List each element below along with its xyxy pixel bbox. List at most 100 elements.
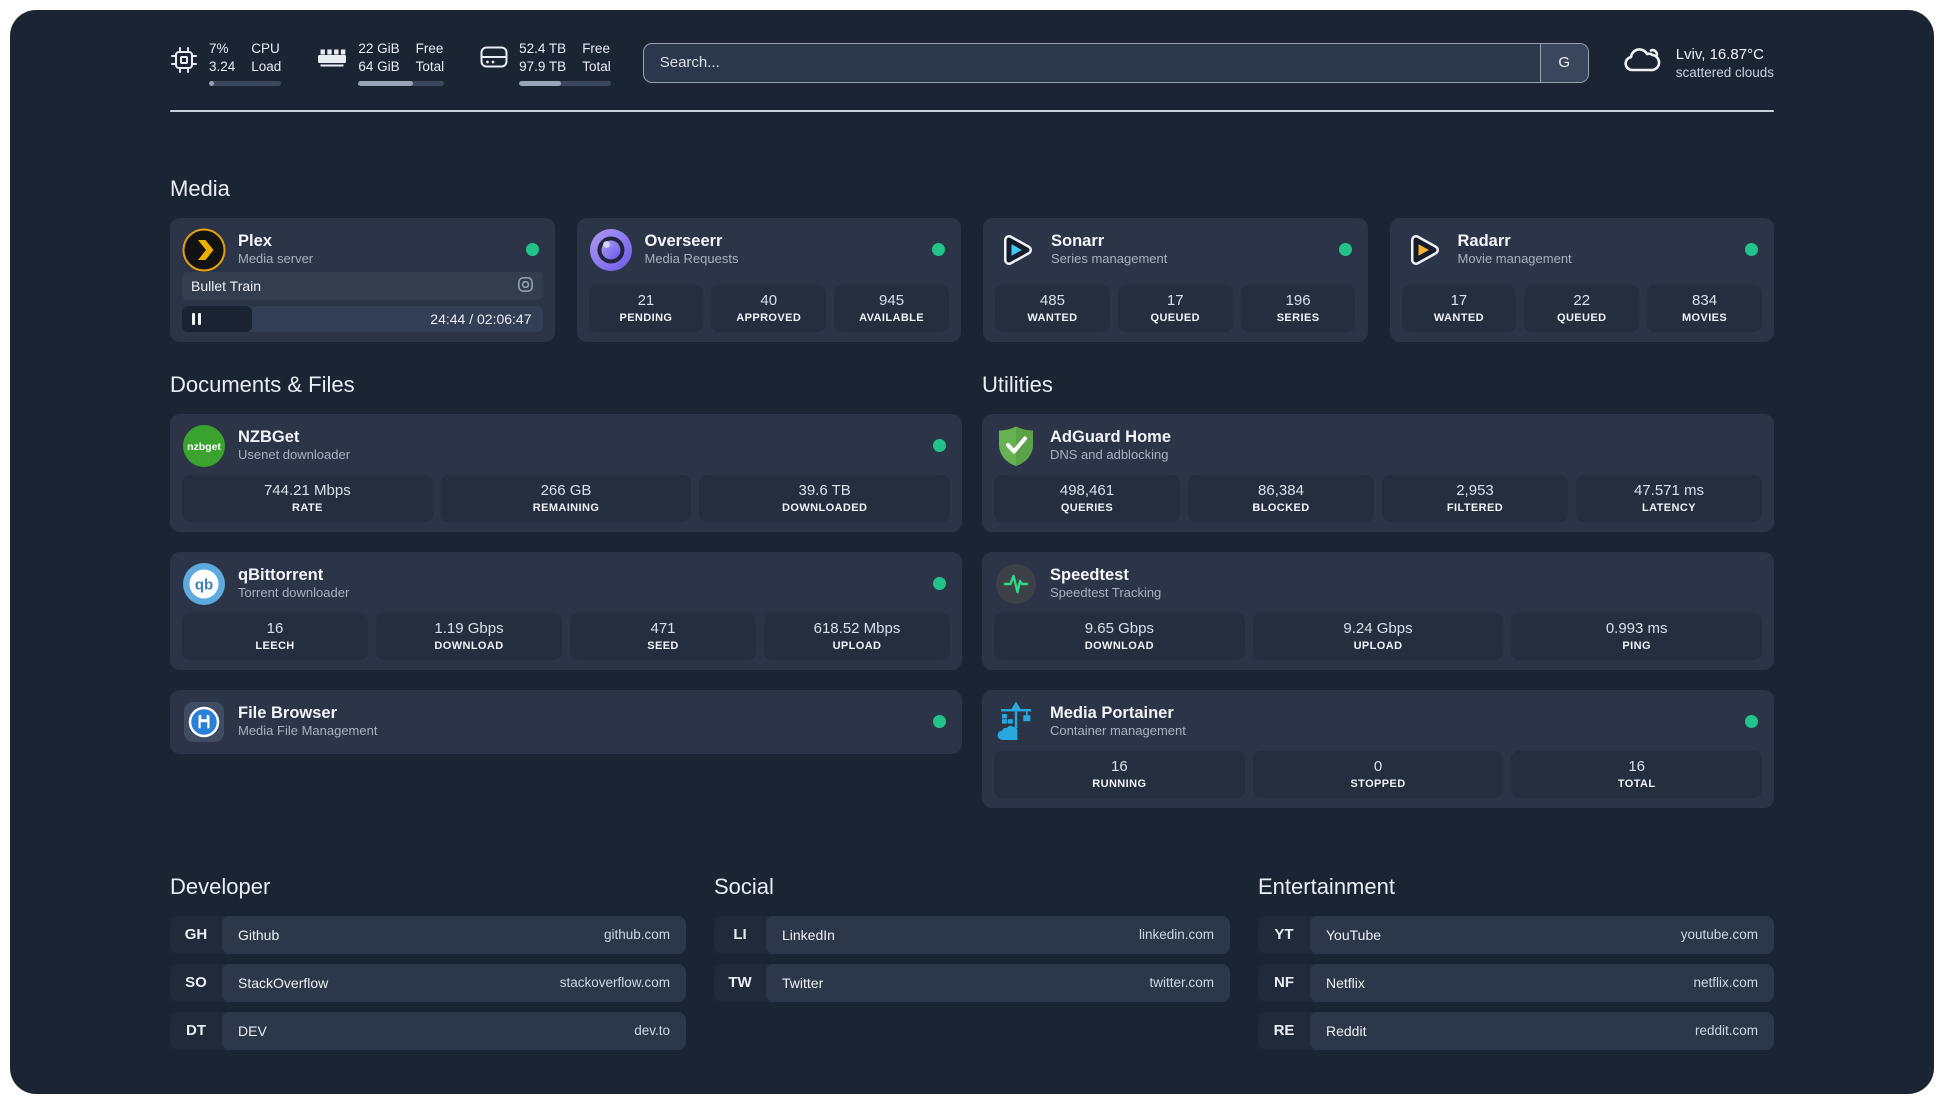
section-title-entertainment: Entertainment xyxy=(1258,873,1395,899)
bookmark-youtube[interactable]: YT YouTube youtube.com xyxy=(1258,915,1774,954)
bookmark-stackoverflow[interactable]: SO StackOverflow stackoverflow.com xyxy=(170,963,686,1002)
status-dot xyxy=(1745,243,1758,257)
stat-value: 498,461 xyxy=(1059,481,1115,499)
service-card-sonarr[interactable]: Sonarr Series management 485 WANTED 17 Q… xyxy=(983,217,1368,342)
qbittorrent-icon: qb xyxy=(182,562,226,606)
weather-widget[interactable]: Lviv, 16.87°C scattered clouds xyxy=(1621,44,1774,81)
section-title-documents: Documents & Files xyxy=(170,371,355,397)
cpu-progress-track xyxy=(209,80,282,86)
radarr-icon xyxy=(1402,228,1446,272)
status-dot xyxy=(933,577,946,591)
cpu-label-top: CPU xyxy=(251,41,280,56)
system-monitors: 7% 3.24 CPU Load 22 GiB 64 GiB Free Tota… xyxy=(170,40,611,86)
service-subtitle: DNS and adblocking xyxy=(1050,447,1169,463)
stat-value: 17 xyxy=(1166,291,1184,309)
service-subtitle: Container management xyxy=(1050,723,1186,739)
stat-value: 618.52 Mbps xyxy=(813,619,901,637)
stat-label: LEECH xyxy=(255,639,295,652)
stat-box: 618.52 Mbps UPLOAD xyxy=(764,612,950,660)
stat-label: WANTED xyxy=(1433,311,1484,324)
stat-box: 1.19 Gbps DOWNLOAD xyxy=(376,612,562,660)
bookmark-linkedin[interactable]: LI LinkedIn linkedin.com xyxy=(714,915,1230,954)
service-card-speedtest[interactable]: Speedtest Speedtest Tracking 9.65 Gbps D… xyxy=(982,551,1774,670)
stat-box: 266 GB REMAINING xyxy=(440,474,692,522)
search-input[interactable] xyxy=(643,43,1540,82)
stat-label: STOPPED xyxy=(1350,777,1406,790)
memory-monitor: 22 GiB 64 GiB Free Total xyxy=(317,40,445,86)
section-title-media: Media xyxy=(170,175,230,201)
stat-value: 86,384 xyxy=(1258,481,1304,499)
stat-box: 744.21 Mbps RATE xyxy=(182,474,433,522)
weather-location-temp: Lviv, 16.87°C xyxy=(1675,46,1764,64)
service-subtitle: Media server xyxy=(238,251,314,267)
bookmark-name: Github xyxy=(238,926,280,943)
session-device-icon[interactable] xyxy=(517,276,534,296)
service-title: Sonarr xyxy=(1051,231,1105,250)
bookmark-twitter[interactable]: TW Twitter twitter.com xyxy=(714,963,1230,1002)
service-subtitle: Speedtest Tracking xyxy=(1050,585,1162,601)
storage-label-top: Free xyxy=(582,41,610,56)
bookmark-dev[interactable]: DT DEV dev.to xyxy=(170,1011,686,1050)
search-engine-button[interactable]: G xyxy=(1539,43,1588,82)
stat-box: 0.993 ms PING xyxy=(1511,612,1763,660)
bookmark-abbr: LI xyxy=(733,926,747,944)
bookmark-url: linkedin.com xyxy=(1138,927,1214,943)
storage-monitor: 52.4 TB 97.9 TB Free Total xyxy=(480,40,611,86)
stat-label: APPROVED xyxy=(736,311,802,324)
status-dot xyxy=(932,243,945,257)
bookmark-github[interactable]: GH Github github.com xyxy=(170,915,686,954)
memory-progress-fill xyxy=(358,80,414,86)
svg-text:qb: qb xyxy=(195,576,213,593)
bookmark-name: Reddit xyxy=(1326,1022,1367,1039)
stat-value: 9.24 Gbps xyxy=(1343,619,1413,637)
service-subtitle: Series management xyxy=(1051,251,1168,267)
stat-value: 0.993 ms xyxy=(1605,619,1668,637)
service-card-qbittorrent[interactable]: qb qBittorrent Torrent downloader 16 LEE… xyxy=(170,551,962,670)
status-dot xyxy=(933,439,946,453)
bookmark-reddit[interactable]: RE Reddit reddit.com xyxy=(1258,1011,1774,1050)
stat-label: PENDING xyxy=(619,311,673,324)
service-subtitle: Media File Management xyxy=(238,723,378,739)
stat-label: PING xyxy=(1622,639,1651,652)
nzbget-icon: nzbget xyxy=(182,424,226,468)
stat-label: DOWNLOAD xyxy=(434,639,504,652)
service-title: Speedtest xyxy=(1050,565,1129,584)
service-card-portainer[interactable]: Media Portainer Container management 16 … xyxy=(982,689,1774,808)
weather-condition: scattered clouds xyxy=(1675,65,1774,81)
memory-label-bottom: Total xyxy=(415,58,445,74)
speedtest-icon xyxy=(994,562,1038,606)
stat-box: 21 PENDING xyxy=(588,284,704,332)
stat-label: QUEUED xyxy=(1557,311,1607,324)
stat-value: 945 xyxy=(879,291,905,309)
bookmark-url: twitter.com xyxy=(1149,975,1214,991)
service-card-plex[interactable]: Plex Media server Bullet Train 24:44 / 0… xyxy=(170,217,555,342)
memory-total: 64 GiB xyxy=(358,58,400,74)
stat-box: 834 MOVIES xyxy=(1647,284,1762,332)
bookmark-url: reddit.com xyxy=(1694,1023,1758,1039)
stat-value: 39.6 TB xyxy=(798,481,851,499)
stat-label: RATE xyxy=(291,501,323,514)
stat-value: 196 xyxy=(1285,291,1311,309)
bookmark-name: Twitter xyxy=(782,974,824,991)
service-card-filebrowser[interactable]: File Browser Media File Management xyxy=(170,689,962,754)
stat-value: 21 xyxy=(637,291,655,309)
top-bar: 7% 3.24 CPU Load 22 GiB 64 GiB Free Tota… xyxy=(170,40,1774,86)
service-card-adguard[interactable]: AdGuard Home DNS and adblocking 498,461 … xyxy=(982,413,1774,532)
stat-box: 39.6 TB DOWNLOADED xyxy=(699,474,951,522)
stat-label: DOWNLOAD xyxy=(1084,639,1154,652)
stat-box: 485 WANTED xyxy=(995,284,1110,332)
playback-progress-bar[interactable]: 24:44 / 02:06:47 xyxy=(182,305,543,332)
bookmark-url: youtube.com xyxy=(1680,927,1758,943)
service-card-nzbget[interactable]: nzbget NZBGet Usenet downloader 744.21 M… xyxy=(170,413,962,532)
filebrowser-icon xyxy=(182,700,226,744)
stat-value: 2,953 xyxy=(1456,481,1494,499)
service-card-radarr[interactable]: Radarr Movie management 17 WANTED 22 QUE… xyxy=(1389,217,1774,342)
bookmark-netflix[interactable]: NF Netflix netflix.com xyxy=(1258,963,1774,1002)
cpu-progress-fill xyxy=(209,80,215,86)
stat-box: 16 TOTAL xyxy=(1511,750,1763,798)
stat-label: UPLOAD xyxy=(1353,639,1403,652)
stat-value: 16 xyxy=(1110,757,1128,775)
pause-icon[interactable] xyxy=(192,312,201,325)
service-card-overseerr[interactable]: Overseerr Media Requests 21 PENDING 40 A… xyxy=(576,217,961,342)
stat-value: 834 xyxy=(1692,291,1718,309)
